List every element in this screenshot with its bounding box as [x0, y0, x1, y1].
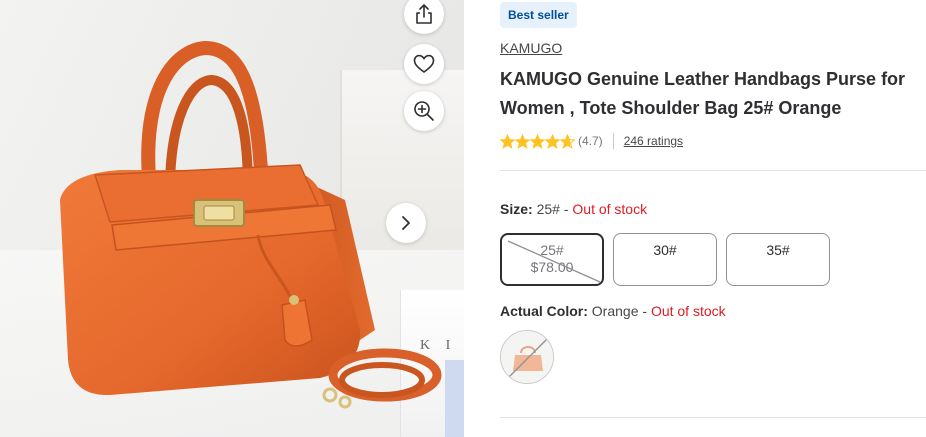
size-option-label: 35# — [766, 242, 790, 258]
color-label-row: Actual Color: Orange - Out of stock — [500, 303, 726, 319]
star-rating — [500, 133, 575, 149]
brand-link[interactable]: KAMUGO — [500, 40, 562, 56]
color-stock-status: Out of stock — [650, 303, 726, 319]
product-info-panel: Best seller KAMUGO KAMUGO Genuine Leathe… — [500, 0, 926, 437]
size-option-25[interactable]: 25# $78.00 — [500, 233, 604, 286]
color-swatch-orange[interactable] — [500, 330, 554, 384]
unavailable-strike-icon — [507, 240, 601, 283]
size-label: Size: — [500, 201, 533, 217]
size-option-30[interactable]: 30# — [613, 233, 717, 286]
rating-separator — [612, 133, 614, 149]
star-icon — [515, 133, 530, 149]
rating-row: (4.7) 246 ratings — [500, 132, 683, 150]
share-icon — [416, 4, 432, 24]
best-seller-badge: Best seller — [500, 2, 577, 28]
ratings-count-link[interactable]: 246 ratings — [624, 134, 683, 148]
size-selected-value: 25# — [536, 201, 560, 217]
chevron-right-icon — [402, 216, 410, 230]
product-image-gallery: K I — [0, 0, 464, 437]
next-image-button[interactable] — [386, 203, 426, 243]
star-icon — [545, 133, 560, 149]
product-title: KAMUGO Genuine Leather Handbags Purse fo… — [500, 69, 906, 118]
favorite-button[interactable] — [404, 44, 444, 84]
heart-icon — [413, 54, 435, 73]
swatch-handbag-thumbnail — [501, 331, 553, 383]
star-icon — [560, 133, 575, 149]
zoom-button[interactable] — [404, 91, 444, 131]
size-option-35[interactable]: 35# — [726, 233, 830, 286]
size-label-row: Size: 25# - Out of stock — [500, 201, 647, 217]
size-separator: - — [559, 201, 573, 217]
section-divider — [500, 170, 926, 171]
color-label: Actual Color: — [500, 303, 588, 319]
star-icon — [530, 133, 545, 149]
star-icon — [500, 133, 515, 149]
rating-value: (4.7) — [578, 134, 603, 148]
zoom-in-icon — [414, 101, 434, 121]
size-option-label: 30# — [653, 242, 677, 258]
color-separator: - — [638, 303, 651, 319]
color-selected-value: Orange — [591, 303, 639, 319]
section-divider-bottom — [500, 417, 926, 418]
size-stock-status: Out of stock — [572, 201, 648, 217]
